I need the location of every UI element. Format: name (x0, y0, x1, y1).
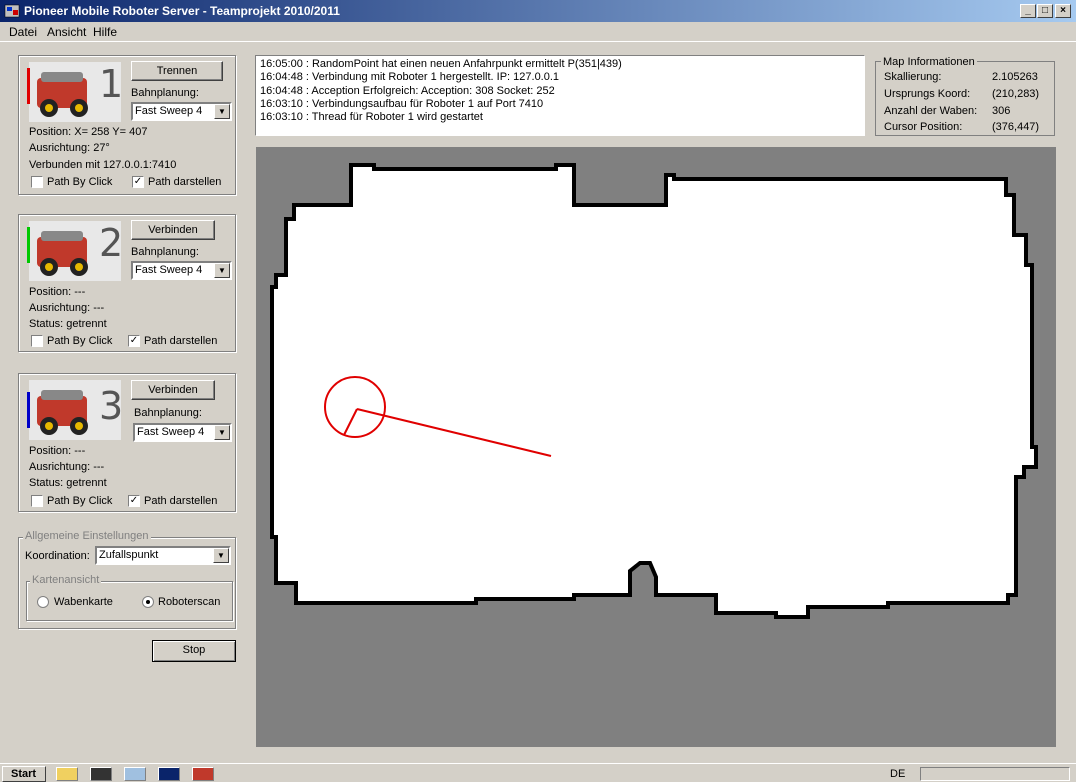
disconnect-button[interactable]: Trennen (131, 61, 223, 81)
scaling-value: 2.105263 (992, 71, 1038, 83)
planning-label: Bahnplanung: (131, 246, 199, 258)
connect-button[interactable]: Verbinden (131, 220, 215, 240)
planning-select[interactable]: Fast Sweep 4 ▼ (133, 423, 232, 442)
planning-label: Bahnplanung: (131, 87, 199, 99)
robot-position: Position: --- (29, 286, 86, 298)
robotscan-label: Roboterscan (158, 596, 221, 608)
folder-icon[interactable] (56, 767, 78, 781)
show-path-label: Path darstellen (144, 335, 218, 347)
stop-button[interactable]: Stop (152, 640, 236, 662)
general-settings-title: Allgemeine Einstellungen (23, 530, 151, 542)
honeycomb-radio[interactable] (37, 596, 49, 608)
log-entry: 16:04:48 : Verbindung mit Roboter 1 herg… (260, 71, 560, 84)
log-entry: 16:04:48 : Acception Erfolgreich: Accept… (260, 84, 555, 97)
log-entry: 16:03:10 : Thread für Roboter 1 wird ges… (260, 111, 483, 124)
menu-bar: Datei Ansicht Hilfe (0, 22, 1076, 42)
log-entry: 16:03:10 : Verbindungsaufbau für Roboter… (260, 97, 544, 110)
show-path-checkbox[interactable]: ✓ (128, 335, 140, 347)
window-icon[interactable] (158, 767, 180, 781)
robot-number: 1 (99, 62, 124, 106)
cell-count-value: 306 (992, 105, 1011, 117)
chevron-down-icon[interactable]: ▼ (213, 548, 229, 563)
show-path-label: Path darstellen (144, 495, 218, 507)
chevron-down-icon[interactable]: ▼ (214, 263, 230, 278)
path-by-click-checkbox[interactable] (31, 176, 43, 188)
planning-select[interactable]: Fast Sweep 4 ▼ (131, 102, 232, 121)
path-by-click-label: Path By Click (47, 335, 113, 347)
planning-value: Fast Sweep 4 (137, 426, 205, 438)
free-space-area (270, 163, 1038, 619)
occupancy-map[interactable] (256, 147, 1056, 747)
taskbar: Start DE (0, 763, 1076, 782)
connect-button[interactable]: Verbinden (131, 380, 215, 400)
map-view-title: Kartenansicht (30, 574, 102, 586)
general-settings-group: Allgemeine Einstellungen Koordination: Z… (18, 530, 236, 629)
show-path-label: Path darstellen (148, 176, 222, 188)
map-info-label: Anzahl der Waben: (884, 105, 978, 117)
system-tray (920, 767, 1070, 781)
robot-number: 2 (99, 221, 124, 265)
robot-orientation: Ausrichtung: --- (29, 302, 105, 314)
map-info-group: Map Informationen Skallierung: 2.105263 … (875, 56, 1055, 136)
robot-panel-3: 3 Verbinden Bahnplanung: Fast Sweep 4 ▼ … (18, 373, 236, 512)
honeycomb-label: Wabenkarte (54, 596, 113, 608)
robot-status: Status: getrennt (29, 477, 107, 489)
close-button[interactable]: × (1055, 4, 1071, 18)
robot-status: Status: getrennt (29, 318, 107, 330)
cursor-position-value: (376,447) (992, 121, 1040, 133)
title-bar: Pioneer Mobile Roboter Server - Teamproj… (0, 0, 1076, 22)
terminal-icon[interactable] (90, 767, 112, 781)
coordination-select[interactable]: Zufallspunkt ▼ (95, 546, 231, 565)
map-view-group: Kartenansicht Wabenkarte Roboterscan (26, 574, 233, 621)
robot-color-bar (27, 68, 30, 104)
window-title: Pioneer Mobile Roboter Server - Teamproj… (24, 4, 340, 18)
robot-status: Verbunden mit 127.0.0.1:7410 (29, 159, 177, 171)
map-canvas[interactable] (256, 147, 1056, 747)
planning-label: Bahnplanung: (134, 407, 202, 419)
robot-color-bar (27, 392, 30, 428)
chevron-down-icon[interactable]: ▼ (214, 104, 230, 119)
map-info-title: Map Informationen (881, 56, 977, 68)
minimize-button[interactable]: _ (1020, 4, 1036, 18)
menu-datei[interactable]: Datei (9, 25, 37, 39)
robot-position: Position: --- (29, 445, 86, 457)
coordination-label: Koordination: (25, 550, 90, 562)
robot-position: Position: X= 258 Y= 407 (29, 126, 148, 138)
log-list: 16:05:00 : RandomPoint hat einen neuen A… (255, 55, 865, 136)
planning-value: Fast Sweep 4 (135, 264, 203, 276)
language-indicator[interactable]: DE (890, 768, 905, 780)
map-info-label: Cursor Position: (884, 121, 963, 133)
menu-ansicht[interactable]: Ansicht (47, 25, 86, 39)
app-taskbar-icon[interactable] (192, 767, 214, 781)
explorer-icon[interactable] (124, 767, 146, 781)
path-by-click-checkbox[interactable] (31, 495, 43, 507)
coordination-value: Zufallspunkt (99, 549, 159, 561)
planning-value: Fast Sweep 4 (135, 105, 203, 117)
path-by-click-label: Path By Click (47, 176, 113, 188)
robot-number: 3 (99, 384, 124, 428)
map-info-label: Ursprungs Koord: (884, 88, 971, 100)
maximize-button[interactable]: □ (1037, 4, 1053, 18)
origin-value: (210,283) (992, 88, 1040, 100)
start-button[interactable]: Start (2, 766, 46, 782)
robot-panel-1: 1 Trennen Bahnplanung: Fast Sweep 4 ▼ Po… (18, 55, 236, 195)
show-path-checkbox[interactable]: ✓ (132, 176, 144, 188)
chevron-down-icon[interactable]: ▼ (214, 425, 230, 440)
robot-orientation: Ausrichtung: --- (29, 461, 105, 473)
log-entry: 16:05:00 : RandomPoint hat einen neuen A… (260, 58, 622, 70)
robot-orientation: Ausrichtung: 27° (29, 142, 110, 154)
app-icon (4, 4, 20, 18)
robot-color-bar (27, 227, 30, 263)
map-info-label: Skallierung: (884, 71, 942, 83)
robot-panel-2: 2 Verbinden Bahnplanung: Fast Sweep 4 ▼ … (18, 214, 236, 352)
planning-select[interactable]: Fast Sweep 4 ▼ (131, 261, 232, 280)
path-by-click-checkbox[interactable] (31, 335, 43, 347)
robotscan-radio[interactable] (142, 596, 154, 608)
show-path-checkbox[interactable]: ✓ (128, 495, 140, 507)
path-by-click-label: Path By Click (47, 495, 113, 507)
menu-hilfe[interactable]: Hilfe (93, 25, 117, 39)
